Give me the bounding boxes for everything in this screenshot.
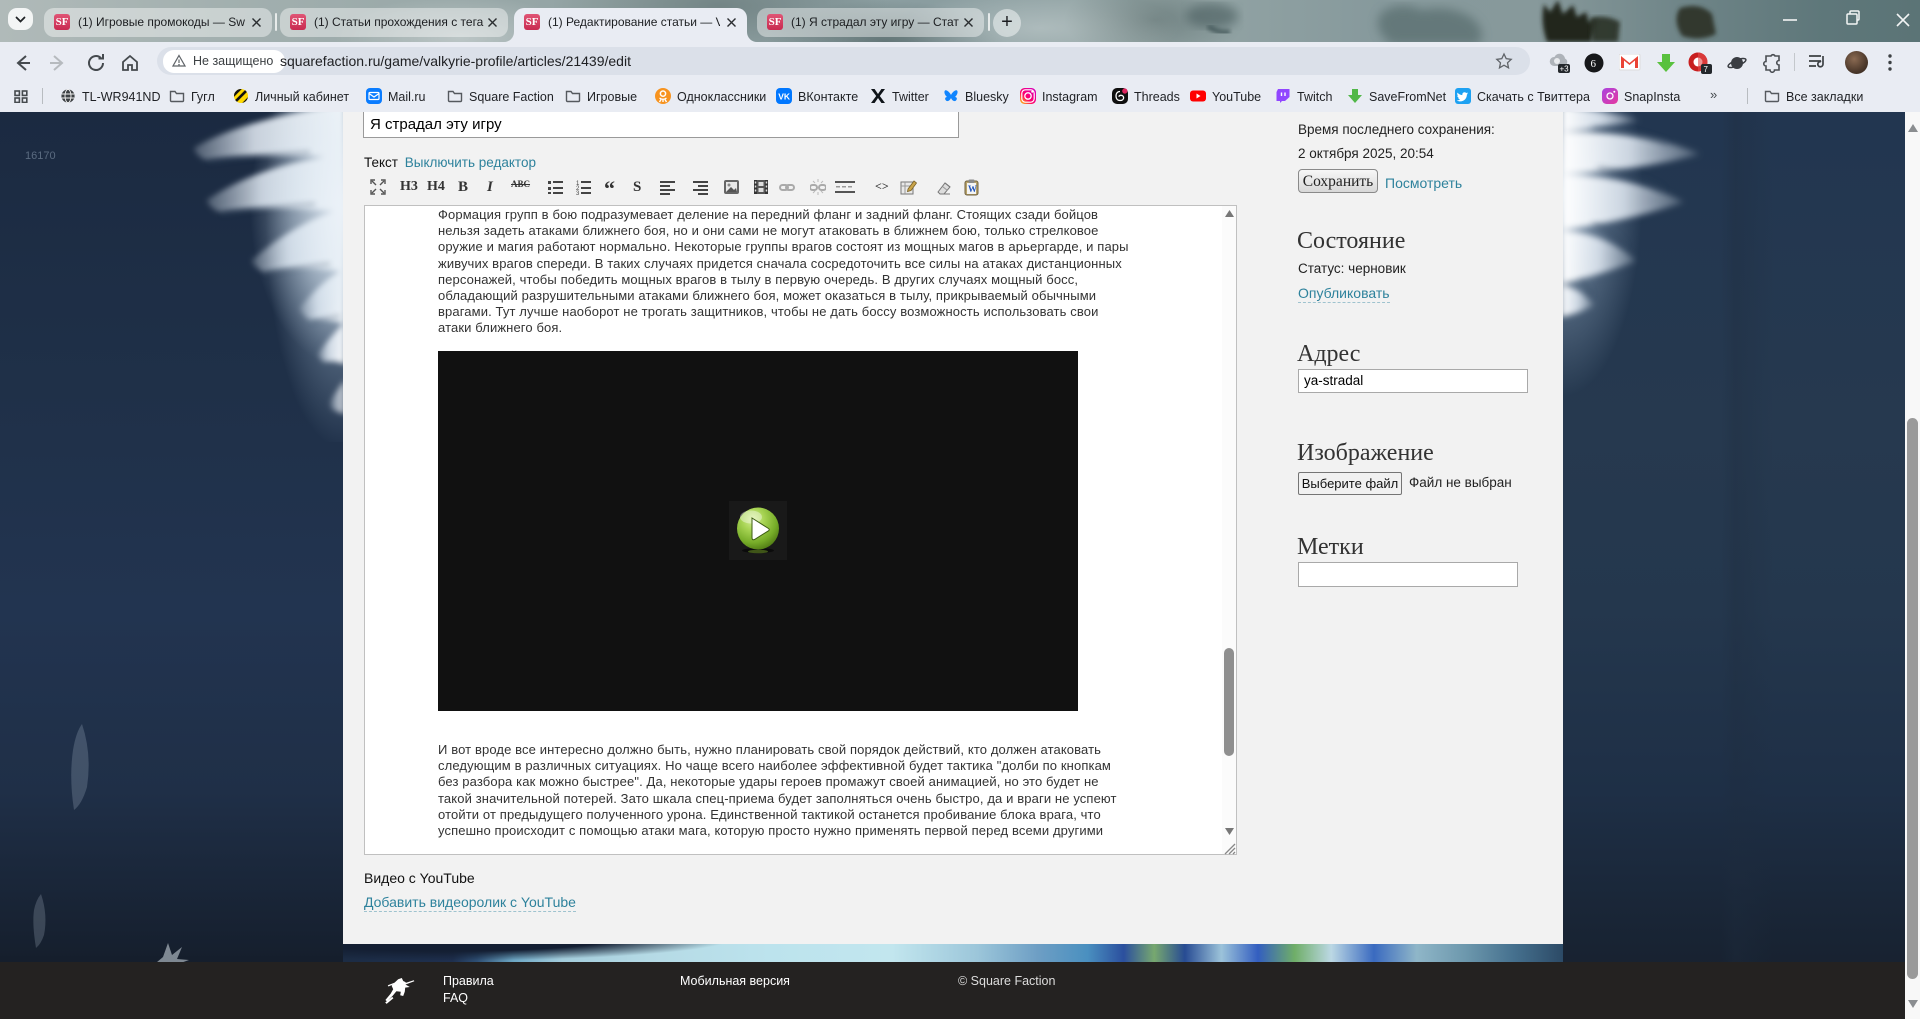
- svg-text:VK: VK: [778, 92, 791, 102]
- svg-text:W: W: [968, 184, 977, 194]
- svg-text:3: 3: [576, 191, 580, 195]
- svg-text:+3: +3: [1560, 65, 1570, 74]
- svg-text:6: 6: [1591, 58, 1597, 70]
- svg-text:7: 7: [1704, 65, 1709, 74]
